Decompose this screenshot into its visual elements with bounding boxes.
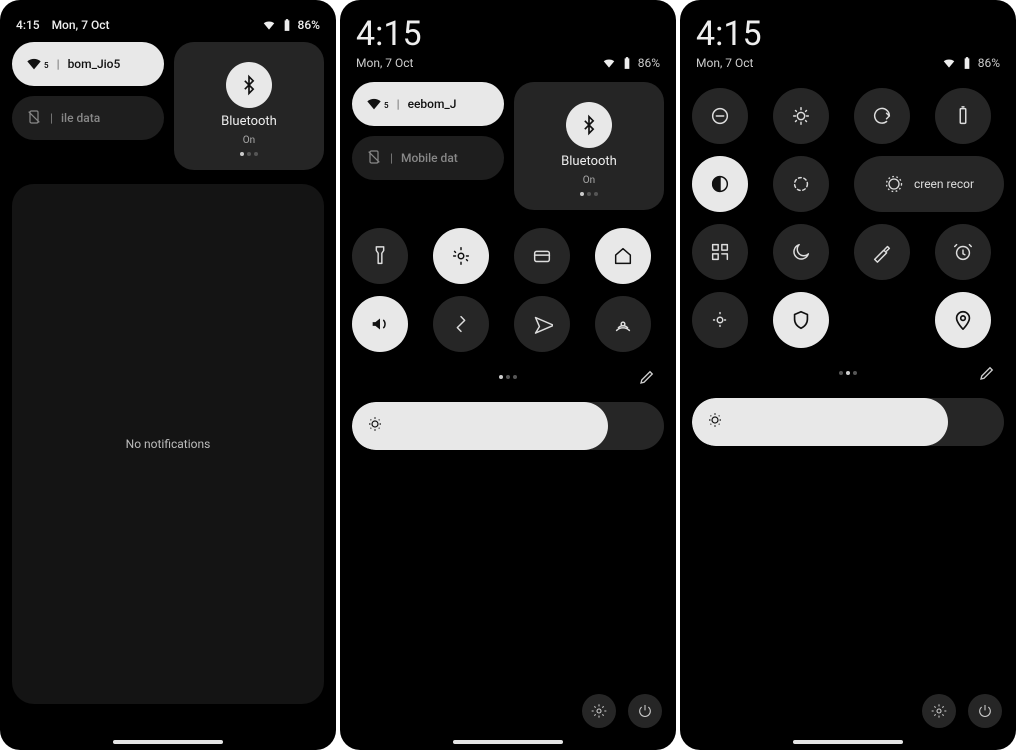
settings-button[interactable] <box>922 694 956 728</box>
battery-icon <box>280 18 294 32</box>
bluetooth-label: Bluetooth <box>221 114 277 129</box>
no-notifications-label: No notifications <box>126 437 211 451</box>
brightness-slider[interactable] <box>692 398 1004 446</box>
brightness-slider[interactable] <box>352 402 664 450</box>
mobile-data-label: ile data <box>61 111 100 125</box>
page-indicator <box>352 362 664 392</box>
battery-icon <box>620 56 634 70</box>
airplane-toggle[interactable] <box>514 296 570 352</box>
bluetooth-pager <box>580 192 598 196</box>
hotspot-toggle[interactable] <box>595 296 651 352</box>
bluetooth-state: On <box>583 175 595 186</box>
brightness-toggle[interactable] <box>773 88 829 144</box>
battery-percent: 86% <box>298 18 320 32</box>
wifi-band: 5 <box>44 61 49 70</box>
bluetooth-label: Bluetooth <box>561 154 617 169</box>
sync-toggle[interactable] <box>854 88 910 144</box>
bluetooth-pager <box>240 152 258 156</box>
edit-tiles-button[interactable] <box>976 362 998 384</box>
dnd-toggle[interactable] <box>692 88 748 144</box>
thermometer-toggle[interactable] <box>433 228 489 284</box>
status-date: Mon, 7 Oct <box>52 18 110 32</box>
wifi-tile[interactable]: 5 | bom_Jio5 <box>12 42 164 86</box>
status-time: 4:15 <box>16 18 40 32</box>
location-toggle[interactable] <box>935 292 991 348</box>
status-right: 86% <box>262 18 320 32</box>
quick-settings-panel-3: 4:15 Mon, 7 Oct 86% creen recor <box>680 0 1016 750</box>
wifi-ssid: bom_Jio5 <box>68 57 121 71</box>
wifi-icon: 5 <box>366 98 389 110</box>
wifi-tile[interactable]: 5 | eebom_J <box>352 82 504 126</box>
quick-settings-panel-1: 4:15 Mon, 7 Oct 86% 5 | bom_Jio5 <box>0 0 336 750</box>
wifi-band: 5 <box>384 101 389 110</box>
brightness-auto-icon <box>706 411 724 433</box>
alarm-toggle[interactable] <box>935 224 991 280</box>
sound-toggle[interactable] <box>352 296 408 352</box>
home-indicator[interactable] <box>453 740 563 744</box>
rotation-toggle[interactable] <box>433 296 489 352</box>
bluetooth-tile[interactable]: Bluetooth On <box>514 82 664 210</box>
flashlight-toggle[interactable] <box>352 228 408 284</box>
status-date: Mon, 7 Oct <box>696 56 753 70</box>
bedtime-toggle[interactable] <box>773 224 829 280</box>
power-button[interactable] <box>628 694 662 728</box>
wifi-icon <box>262 18 276 32</box>
wifi-icon <box>602 56 616 70</box>
screen-record-label: creen recor <box>914 177 974 191</box>
no-sim-icon <box>26 109 42 128</box>
status-left: 4:15 Mon, 7 Oct <box>16 18 110 32</box>
status-bar: 4:15 Mon, 7 Oct 86% <box>12 10 324 42</box>
color-picker-toggle[interactable] <box>854 224 910 280</box>
status-time: 4:15 <box>692 10 1004 54</box>
wallet-toggle[interactable] <box>514 228 570 284</box>
home-indicator[interactable] <box>793 740 903 744</box>
bluetooth-icon <box>226 62 272 108</box>
bluetooth-tile[interactable]: Bluetooth On <box>174 42 324 170</box>
battery-percent: 86% <box>978 56 1000 70</box>
battery-saver-toggle[interactable] <box>935 88 991 144</box>
wifi-ssid: eebom_J <box>408 97 457 111</box>
battery-icon <box>960 56 974 70</box>
wifi-icon: 5 <box>26 58 49 70</box>
edit-tiles-button[interactable] <box>636 366 658 388</box>
dark-theme-toggle[interactable] <box>692 156 748 212</box>
mobile-data-tile[interactable]: | ile data <box>12 96 164 140</box>
power-button[interactable] <box>968 694 1002 728</box>
home-toggle[interactable] <box>595 228 651 284</box>
wifi-icon <box>942 56 956 70</box>
brightness-auto-icon <box>366 415 384 437</box>
bluetooth-icon <box>566 102 612 148</box>
night-light-toggle[interactable] <box>773 156 829 212</box>
screen-record-tile[interactable]: creen recor <box>854 156 1004 212</box>
status-date: Mon, 7 Oct <box>356 56 413 70</box>
mobile-data-label: Mobile dat <box>401 151 458 165</box>
no-sim-icon <box>366 149 382 168</box>
quick-settings-panel-2: 4:15 Mon, 7 Oct 86% 5 | eebom_J | <box>340 0 676 750</box>
status-bar: 4:15 Mon, 7 Oct 86% <box>692 10 1004 82</box>
mobile-data-tile[interactable]: | Mobile dat <box>352 136 504 180</box>
bluetooth-state: On <box>243 135 255 146</box>
auto-brightness-toggle[interactable] <box>692 292 748 348</box>
status-bar: 4:15 Mon, 7 Oct 86% <box>352 10 664 82</box>
home-indicator[interactable] <box>113 740 223 744</box>
settings-button[interactable] <box>582 694 616 728</box>
battery-percent: 86% <box>638 56 660 70</box>
status-time: 4:15 <box>352 10 664 54</box>
notification-area[interactable]: No notifications <box>12 184 324 704</box>
page-indicator <box>692 358 1004 388</box>
qr-scanner-toggle[interactable] <box>692 224 748 280</box>
vpn-toggle[interactable] <box>773 292 829 348</box>
